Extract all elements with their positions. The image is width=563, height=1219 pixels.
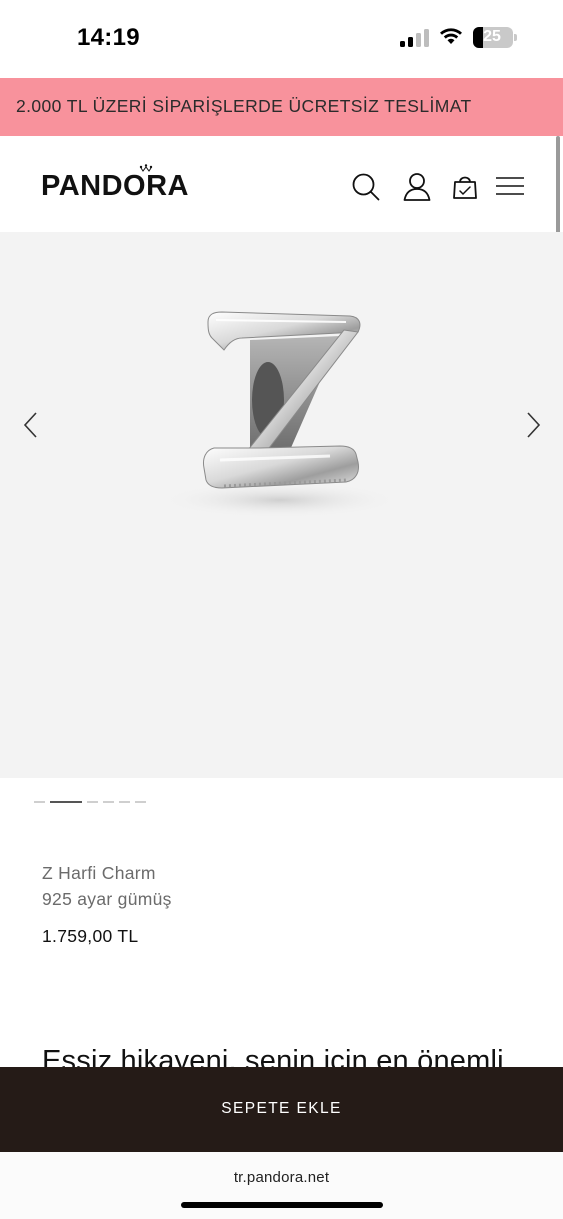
letter-z-charm-image [160,311,400,518]
gallery-dot-active[interactable] [50,801,82,803]
search-icon[interactable] [351,172,381,202]
chevron-right-icon[interactable] [522,410,544,440]
gallery-dot[interactable] [103,801,114,803]
site-header: PANDORA [0,136,563,232]
product-price: 1.759,00 TL [42,926,139,946]
browser-address-bar[interactable]: tr.pandora.net [0,1152,563,1219]
account-icon[interactable] [402,172,432,202]
hamburger-menu-icon[interactable] [495,172,525,202]
product-name: Z Harfi Charm [42,863,156,883]
wifi-icon [440,28,462,44]
shopping-bag-icon[interactable] [450,172,480,202]
status-time: 14:19 [77,24,140,51]
gallery-dot[interactable] [34,801,45,803]
product-material: 925 ayar gümüş [42,889,172,909]
home-indicator[interactable] [181,1202,383,1208]
add-to-cart-button[interactable]: SEPETE EKLE [0,1067,563,1152]
promo-text: 2.000 TL ÜZERİ SİPARİŞLERDE ÜCRETSİZ TES… [16,96,472,116]
battery-percent: 25 [483,28,501,45]
add-to-cart-label: SEPETE EKLE [221,1100,342,1117]
pandora-logo[interactable]: PANDORA [41,170,189,203]
promo-banner[interactable]: 2.000 TL ÜZERİ SİPARİŞLERDE ÜCRETSİZ TES… [0,78,563,136]
cellular-signal-icon [400,29,430,47]
gallery-dot[interactable] [87,801,98,803]
gallery-dot[interactable] [119,801,130,803]
status-bar: 14:19 25 [0,0,563,78]
gallery-dot[interactable] [135,801,146,803]
url-text[interactable]: tr.pandora.net [0,1169,563,1186]
chevron-left-icon[interactable] [20,410,42,440]
battery-icon: 25 [473,27,517,48]
crown-icon [139,164,153,172]
product-image-gallery[interactable] [0,232,563,778]
